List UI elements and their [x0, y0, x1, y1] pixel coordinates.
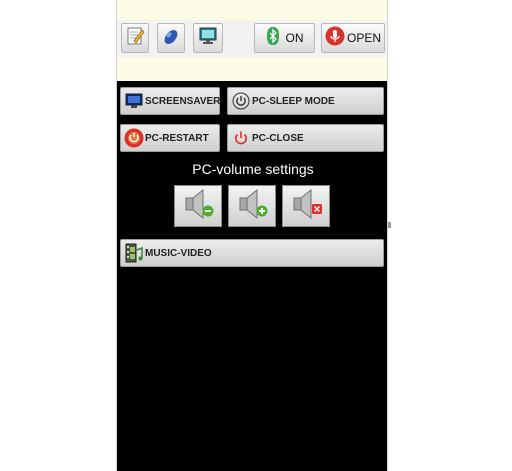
volume-up-icon — [234, 187, 270, 225]
microphone-icon — [325, 26, 345, 50]
power-icon — [231, 91, 251, 111]
sleep-mode-button[interactable]: PC-SLEEP MODE — [227, 87, 384, 115]
control-panel: SCREENSAVER PC-SLEEP MODE PC-RESTART PC-… — [117, 81, 387, 471]
volume-settings-title: PC-volume settings — [192, 161, 314, 177]
film-music-icon — [124, 243, 144, 263]
close-label: PC-CLOSE — [252, 132, 304, 144]
screensaver-label: SCREENSAVER — [145, 95, 221, 107]
volume-down-icon — [180, 187, 216, 225]
volume-mute-button[interactable] — [282, 185, 330, 227]
sleep-mode-label: PC-SLEEP MODE — [252, 95, 335, 107]
bluetooth-icon — [266, 26, 280, 50]
music-video-button[interactable]: MUSIC-VIDEO — [120, 239, 384, 267]
screensaver-button[interactable]: SCREENSAVER — [120, 87, 220, 115]
notepad-button[interactable] — [121, 23, 149, 53]
bluetooth-button[interactable]: ON — [254, 23, 315, 53]
notepad-icon — [125, 26, 145, 50]
scrollbar[interactable] — [388, 222, 391, 228]
microphone-label: OPEN — [346, 31, 381, 45]
restart-button[interactable]: PC-RESTART — [120, 124, 220, 152]
microphone-button[interactable]: OPEN — [321, 23, 385, 53]
volume-down-button[interactable] — [174, 185, 222, 227]
restart-label: PC-RESTART — [145, 132, 209, 144]
mouse-icon — [161, 26, 181, 50]
power-icon — [231, 128, 251, 148]
close-button[interactable]: PC-CLOSE — [227, 124, 384, 152]
app-window: ON OPEN SCREENSAVER PC-SLEEP MODE PC-RES… — [116, 0, 388, 471]
monitor-button[interactable] — [193, 23, 223, 53]
toolbar: ON OPEN — [117, 20, 387, 57]
monitor-icon — [124, 91, 144, 111]
restart-icon — [124, 128, 144, 148]
monitor-icon — [198, 26, 218, 50]
volume-up-button[interactable] — [228, 185, 276, 227]
volume-mute-icon — [288, 187, 324, 225]
music-video-label: MUSIC-VIDEO — [145, 247, 212, 259]
bluetooth-label: ON — [285, 31, 304, 45]
mouse-button[interactable] — [157, 23, 185, 53]
